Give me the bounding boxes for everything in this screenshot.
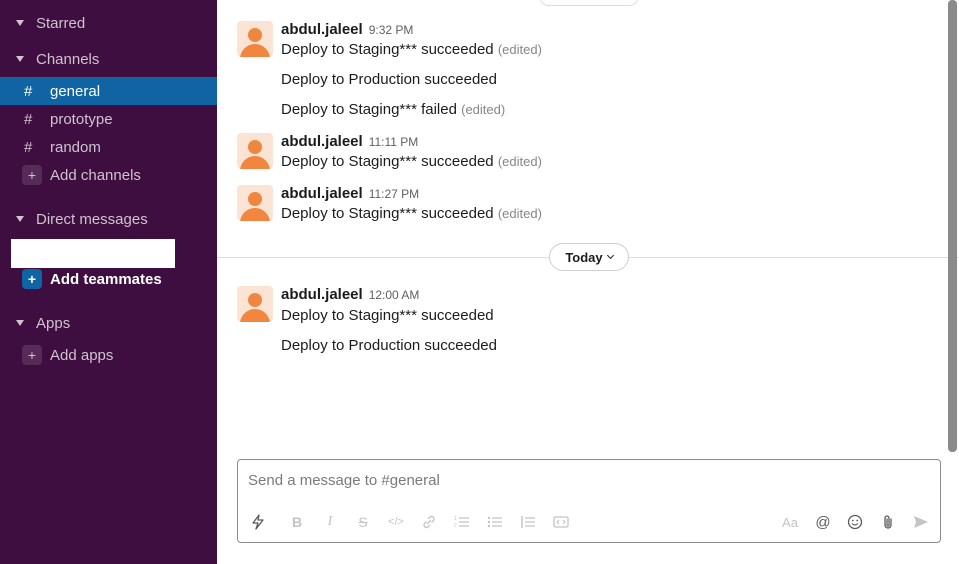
scrollbar[interactable] [948,0,957,452]
svg-text:2: 2 [454,523,457,529]
today-label: Today [565,249,603,265]
avatar[interactable] [237,185,273,221]
caret-down-icon [16,216,24,222]
caret-down-icon [16,320,24,326]
message-input[interactable] [248,468,908,492]
add-channels-button[interactable]: + Add channels [0,161,217,189]
message-header: abdul.jaleel 11:11 PM [281,133,418,151]
code-icon[interactable]: </> [384,510,408,534]
section-label: Apps [36,314,71,332]
plus-icon: + [22,269,42,289]
add-teammates-label: Add teammates [50,270,162,288]
section-label: Starred [36,14,86,32]
edited-label: (edited) [497,206,542,221]
message-text: Deploy to Staging*** failed (edited) [281,101,506,118]
plus-icon: + [22,165,42,185]
sidebar-item-random[interactable]: # random [0,133,217,161]
at-icon[interactable]: @ [811,510,835,534]
caret-down-icon [16,20,24,26]
message-header: abdul.jaleel 9:32 PM [281,21,413,39]
hash-icon: # [24,138,33,156]
chevron-down-icon [606,251,614,260]
caret-down-icon [16,56,24,62]
message-header: abdul.jaleel 12:00 AM [281,286,419,304]
avatar[interactable] [237,286,273,322]
direct-message-item[interactable] [11,239,175,268]
bulleted-list-icon[interactable] [483,510,507,534]
sidebar-section-apps[interactable]: Apps [0,309,217,337]
message-text: Deploy to Staging*** succeeded [281,307,494,324]
add-channels-label: Add channels [50,166,141,184]
hash-icon: # [24,82,33,100]
emoji-icon[interactable] [843,510,867,534]
add-apps-button[interactable]: + Add apps [0,341,217,369]
code-block-icon[interactable] [549,510,573,534]
add-teammates-button[interactable]: + Add teammates [0,265,217,293]
sidebar-section-direct-messages[interactable]: Direct messages [0,205,217,233]
message-text: Deploy to Staging*** succeeded (edited) [281,41,542,58]
message-composer: B I S </> 12 Aa @ [237,459,941,543]
sidebar-item-prototype[interactable]: # prototype [0,105,217,133]
author-name[interactable]: abdul.jaleel [281,133,363,150]
add-apps-label: Add apps [50,346,114,364]
sidebar-section-channels[interactable]: Channels [0,45,217,73]
text-format-icon[interactable]: Aa [778,510,802,534]
channel-label: random [50,138,101,156]
message-pane: abdul.jaleel 9:32 PM Deploy to Staging***… [217,0,959,564]
strikethrough-icon[interactable]: S [351,510,375,534]
message-text: Deploy to Staging*** succeeded (edited) [281,205,542,222]
timestamp[interactable]: 11:11 PM [369,135,419,149]
lightning-icon[interactable] [246,510,270,534]
date-divider-pill[interactable] [539,0,639,6]
avatar[interactable] [237,133,273,169]
timestamp[interactable]: 9:32 PM [369,23,414,37]
message-text: Deploy to Staging*** succeeded (edited) [281,153,542,170]
section-label: Channels [36,50,100,68]
sidebar-item-general[interactable]: # general [0,77,217,105]
timestamp[interactable]: 11:27 PM [369,187,419,201]
link-icon[interactable] [417,510,441,534]
author-name[interactable]: abdul.jaleel [281,21,363,38]
edited-label: (edited) [497,154,542,169]
timestamp[interactable]: 12:00 AM [369,288,420,302]
bold-icon[interactable]: B [285,510,309,534]
sidebar: Starred Channels # general # prototype #… [0,0,217,564]
author-name[interactable]: abdul.jaleel [281,286,363,303]
svg-text:1: 1 [454,516,457,522]
sidebar-section-starred[interactable]: Starred [0,9,217,37]
italic-icon[interactable]: I [318,510,342,534]
send-icon[interactable] [909,510,933,534]
channel-label: general [50,82,101,100]
message-text: Deploy to Production succeeded [281,337,497,354]
blockquote-icon[interactable] [516,510,540,534]
edited-label: (edited) [461,102,506,117]
section-label: Direct messages [36,210,148,228]
edited-label: (edited) [497,42,542,57]
message-text: Deploy to Production succeeded [281,71,497,88]
avatar[interactable] [237,21,273,57]
today-divider-button[interactable]: Today [549,243,629,271]
plus-icon: + [22,345,42,365]
author-name[interactable]: abdul.jaleel [281,185,363,202]
hash-icon: # [24,110,33,128]
message-header: abdul.jaleel 11:27 PM [281,185,419,203]
ordered-list-icon[interactable]: 12 [450,510,474,534]
channel-label: prototype [50,110,113,128]
paperclip-icon[interactable] [876,510,900,534]
